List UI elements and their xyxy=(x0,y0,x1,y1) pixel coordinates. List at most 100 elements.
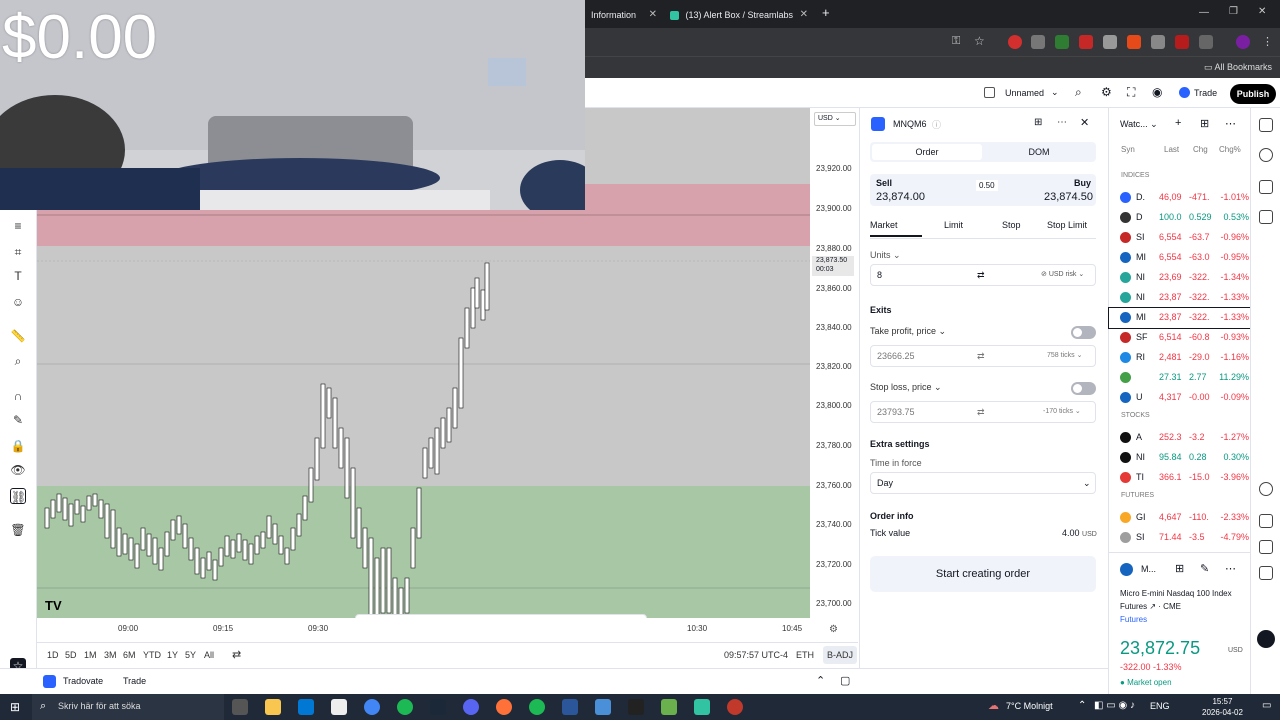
extension-icon[interactable] xyxy=(1008,35,1022,49)
range-button[interactable]: 1M xyxy=(84,650,97,660)
trade-button[interactable]: Trade xyxy=(1194,88,1217,98)
extension-icon[interactable] xyxy=(1031,35,1045,49)
watchlist-row[interactable]: SF 6,514 -60.8 -0.93% xyxy=(1109,328,1251,348)
sl-ticks[interactable]: -170 ticks ⌄ xyxy=(1043,402,1081,422)
column-chg[interactable]: Chg xyxy=(1193,145,1208,154)
extension-icon[interactable] xyxy=(1055,35,1069,49)
app-icon[interactable] xyxy=(727,699,743,715)
watchlist-section-header[interactable]: INDICES xyxy=(1121,172,1149,179)
tray-chevron-icon[interactable]: ⌃ xyxy=(1078,700,1086,711)
tab-alert-box[interactable]: (13) Alert Box / Streamlabs ✕ xyxy=(664,4,814,26)
tab-trade[interactable]: Trade xyxy=(123,676,146,686)
tab-dom[interactable]: DOM xyxy=(984,144,1094,160)
extension-icon[interactable] xyxy=(1103,35,1117,49)
watchlist-section-header[interactable]: FUTURES xyxy=(1121,492,1154,499)
layout-icon[interactable]: ⊞ xyxy=(1175,562,1184,575)
mail-icon[interactable] xyxy=(298,699,314,715)
layout-icon[interactable] xyxy=(1259,540,1273,554)
extensions-puzzle-icon[interactable] xyxy=(1199,35,1213,49)
chevron-down-icon[interactable]: ⌄ xyxy=(1051,87,1059,98)
range-button[interactable]: 1D xyxy=(47,650,59,660)
watchlist-icon[interactable] xyxy=(1259,118,1273,132)
eye-icon[interactable]: 👁 xyxy=(10,462,26,478)
start-creating-order-button[interactable]: Start creating order xyxy=(870,556,1096,592)
ruler-icon[interactable]: 📏 xyxy=(10,328,26,344)
profile-avatar[interactable] xyxy=(1236,35,1250,49)
maximize-icon[interactable]: ▢ xyxy=(840,674,850,687)
layout-icon[interactable]: ⊞ xyxy=(1200,117,1209,130)
watchlist-section-header[interactable]: STOCKS xyxy=(1121,412,1150,419)
more-icon[interactable]: ⋯ xyxy=(1225,117,1236,130)
column-symbol[interactable]: Syn xyxy=(1121,145,1135,154)
units-input[interactable]: 8 ⇄ ⊘ USD risk ⌄ xyxy=(870,264,1096,286)
clock[interactable]: 15:57 2026-04-02 xyxy=(1202,696,1243,718)
watchlist-row[interactable]: D 100.0 0.529 0.53% xyxy=(1109,208,1251,228)
trash-icon[interactable]: 🗑 xyxy=(10,522,26,538)
range-button[interactable]: 5Y xyxy=(185,650,196,660)
detail-symbol[interactable]: M... xyxy=(1141,564,1156,574)
extension-icon[interactable] xyxy=(1175,35,1189,49)
file-explorer-icon[interactable] xyxy=(265,699,281,715)
layout-grid-icon[interactable]: ⊞ xyxy=(1034,117,1042,128)
chevron-up-icon[interactable]: ⌃ xyxy=(816,674,825,687)
range-button[interactable]: 1Y xyxy=(167,650,178,660)
restore-button[interactable]: ❐ xyxy=(1229,6,1238,17)
discord-icon[interactable] xyxy=(463,699,479,715)
text-tool-icon[interactable]: T xyxy=(10,268,26,284)
camera-icon[interactable]: ◉ xyxy=(1152,85,1162,99)
layers-icon[interactable] xyxy=(1259,180,1273,194)
order-symbol[interactable]: MNQM6 xyxy=(893,119,927,129)
extension-icon[interactable] xyxy=(1127,35,1141,49)
take-profit-input[interactable]: 23666.25 ⇄ 758 ticks ⌄ xyxy=(870,345,1096,367)
info-icon[interactable]: ⓘ xyxy=(932,118,941,131)
type-market[interactable]: Market xyxy=(870,220,898,230)
taskbar-search[interactable]: ⌕ Skriv här för att söka xyxy=(32,694,224,720)
zoom-icon[interactable]: ⌕ xyxy=(10,353,26,369)
close-icon[interactable]: ✕ xyxy=(1080,116,1089,129)
range-button[interactable]: All xyxy=(204,650,214,660)
column-last[interactable]: Last xyxy=(1164,145,1179,154)
watchlist-row[interactable]: SI 6,554 -63.7 -0.96% xyxy=(1109,228,1251,248)
firefox-icon[interactable] xyxy=(496,699,512,715)
buy-price[interactable]: 23,874.50 xyxy=(1044,191,1093,203)
type-stop[interactable]: Stop xyxy=(1002,220,1021,230)
new-tab-button[interactable]: + xyxy=(822,5,830,20)
watchlist-title[interactable]: Watc... ⌄ xyxy=(1120,119,1158,130)
close-icon[interactable]: ✕ xyxy=(800,4,808,26)
tab-information[interactable]: Information ✕ xyxy=(585,4,663,26)
watchlist-row[interactable]: D. 46,09 -471. -1.01% xyxy=(1109,188,1251,208)
take-profit-label[interactable]: Take profit, price ⌄ xyxy=(870,326,946,337)
range-button[interactable]: 6M xyxy=(123,650,136,660)
extension-icon[interactable] xyxy=(1079,35,1093,49)
compare-icon[interactable]: ⇄ xyxy=(232,648,241,661)
star-icon[interactable]: ☆ xyxy=(974,34,985,48)
swap-icon[interactable]: ⇄ xyxy=(977,265,985,285)
all-bookmarks[interactable]: ▭ All Bookmarks xyxy=(1204,62,1272,73)
watchlist-row[interactable]: RI 2,481 -29.0 -1.16% xyxy=(1109,348,1251,368)
close-icon[interactable]: ✕ xyxy=(649,4,657,26)
range-button[interactable]: YTD xyxy=(143,650,161,660)
notifications-icon[interactable]: ▭ xyxy=(1262,700,1271,711)
session-button[interactable]: ETH xyxy=(796,650,814,660)
tab-tradovate[interactable]: Tradovate xyxy=(63,676,103,686)
pencil-lock-icon[interactable]: ✎ xyxy=(10,412,26,428)
gear-icon[interactable]: ⚙ xyxy=(1101,85,1112,99)
swap-icon[interactable]: ⇄ xyxy=(977,402,985,422)
watchlist-row[interactable]: U 4,317 -0.00 -0.09% xyxy=(1109,388,1251,408)
watchlist-row[interactable]: GI 4,647 -110. -2.33% xyxy=(1109,508,1251,528)
time-scale[interactable] xyxy=(37,618,858,642)
risk-select[interactable]: ⊘ USD risk ⌄ xyxy=(1041,265,1084,285)
lines-tool-icon[interactable]: ≡ xyxy=(10,218,26,234)
pattern-tool-icon[interactable]: ⌗ xyxy=(10,244,26,260)
spotify-icon[interactable] xyxy=(529,699,545,715)
app-icon[interactable] xyxy=(661,699,677,715)
time-in-force-select[interactable]: Day ⌄ xyxy=(870,472,1096,494)
watchlist-row[interactable]: MI 23,87 -322. -1.33% xyxy=(1108,307,1252,329)
layout-icon[interactable] xyxy=(1259,566,1273,580)
take-profit-toggle[interactable] xyxy=(1071,326,1096,339)
swap-icon[interactable]: ⇄ xyxy=(977,346,985,366)
browser-menu-icon[interactable]: ⋮ xyxy=(1262,35,1273,48)
watchlist-row[interactable]: NI 95.84 0.28 0.30% xyxy=(1109,448,1251,468)
link-icon[interactable]: ⛓ xyxy=(10,488,26,504)
more-icon[interactable]: ⋯ xyxy=(1057,117,1067,128)
